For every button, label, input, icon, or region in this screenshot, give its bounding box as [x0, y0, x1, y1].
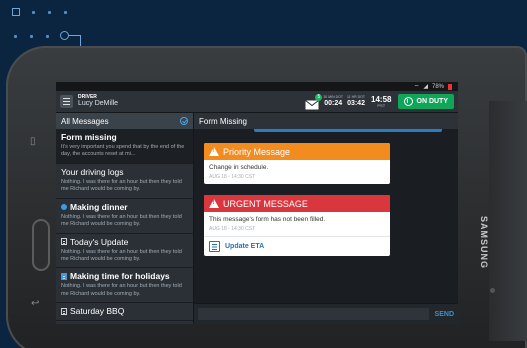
duty-status-button[interactable]: ON DUTY — [397, 94, 454, 109]
list-item[interactable]: Form missing It's very important you spe… — [56, 129, 193, 164]
update-eta-button[interactable]: Update ETA — [204, 236, 390, 256]
priority-message-card: Priority Message Change in schedule. AUG… — [204, 143, 390, 184]
conversation-pane: Form Missing Priority Message Change in … — [194, 113, 458, 324]
driver-name: Lucy DeMille — [78, 100, 119, 108]
message-composer: SEND — [194, 303, 458, 324]
sent-message-bubble — [254, 129, 442, 132]
battery-icon — [448, 83, 452, 90]
warning-icon — [209, 147, 219, 156]
list-item[interactable]: Making dinner Nothing. I was there for a… — [56, 199, 193, 234]
form-list-icon — [209, 241, 220, 252]
document-icon — [61, 272, 67, 280]
card-title: Priority Message — [223, 146, 291, 157]
card-body: Change in schedule. — [209, 164, 269, 171]
document-icon — [61, 238, 67, 246]
card-timestamp: AUG 18 - 14:30 CST — [209, 174, 256, 180]
wifi-icon: ⌔ — [413, 84, 420, 91]
unread-dot-icon — [61, 203, 67, 210]
brand-label: SAMSUNG — [479, 216, 489, 270]
recent-apps-icon: ▯ — [30, 136, 36, 147]
list-item[interactable]: Your driving logs Nothing. I was there f… — [56, 164, 193, 199]
message-list: All Messages Form missing It's very impo… — [56, 113, 194, 324]
card-title: URGENT MESSAGE — [223, 198, 308, 209]
app-bar: DRIVER Lucy DeMille 5 30 MIN DOT 00:24 1… — [56, 91, 458, 113]
card-timestamp: AUG 18 - 14:30 CST — [209, 226, 256, 232]
home-button[interactable] — [32, 219, 50, 271]
message-input[interactable] — [198, 308, 429, 320]
conversation-title: Form Missing — [194, 113, 458, 129]
clock: 14:58 PST — [371, 94, 392, 108]
mark-all-read-icon[interactable] — [180, 117, 188, 125]
power-icon — [403, 97, 413, 106]
list-item[interactable]: Today's Update Nothing. I was there for … — [56, 234, 193, 269]
battery-level: 78% — [431, 83, 444, 90]
list-item[interactable]: Making time for holidays Nothing. I was … — [56, 268, 193, 304]
device-screen: ⌔ ◢ 78% DRIVER Lucy DeMille 5 30 MIN DOT… — [56, 82, 458, 324]
mail-icon[interactable]: 5 — [305, 93, 323, 109]
timer-30min: 30 MIN DOT 00:24 — [323, 95, 343, 107]
message-list-header: All Messages — [56, 113, 193, 129]
timer-11hr: 11 HR DOT 03:42 — [347, 95, 366, 107]
message-thread: Priority Message Change in schedule. AUG… — [194, 129, 458, 303]
list-item[interactable]: Saturday BBQ — [56, 303, 193, 322]
card-body: This message's form has not been filled. — [209, 216, 326, 223]
urgent-message-card: URGENT MESSAGE This message's form has n… — [204, 195, 390, 256]
back-icon: ↩ — [31, 298, 40, 309]
document-icon — [61, 307, 67, 315]
driver-info: DRIVER Lucy DeMille — [78, 94, 119, 108]
warning-icon — [209, 199, 219, 208]
send-button[interactable]: SEND — [435, 311, 454, 318]
system-status-bar: ⌔ ◢ 78% — [56, 82, 458, 91]
signal-icon: ◢ — [423, 84, 428, 90]
mail-count-badge: 5 — [315, 93, 323, 101]
menu-icon[interactable] — [60, 95, 73, 108]
